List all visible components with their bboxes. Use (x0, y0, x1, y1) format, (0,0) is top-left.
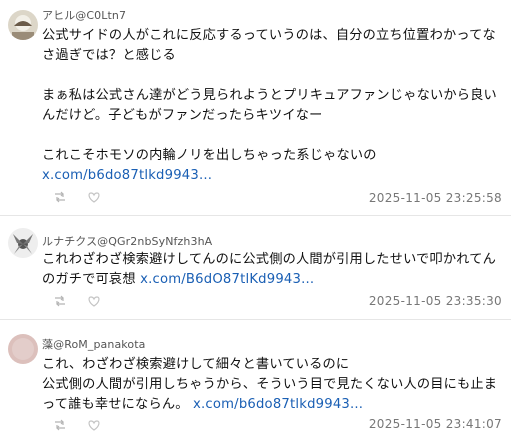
post-actions (52, 294, 102, 308)
repost-icon[interactable] (52, 294, 68, 308)
post-text-line-with-link: って誰も幸せにならん。 x.com/b6do87tlkd9943... (42, 395, 503, 415)
post-link[interactable]: x.com/b6do87tlkd9943... (193, 397, 363, 412)
post-text-line: 公式サイドの人がこれに反応するっていうのは、自分の立ち位置わかってな (42, 28, 496, 43)
post-body: これ、わざわざ検索避けして細々と書いているのに 公式側の人間が引用しちゃうから、… (42, 355, 503, 415)
post-text-fragment: って誰も幸せにならん。 (42, 397, 189, 412)
post-text-line: これわざわざ検索避けしてんのに公式側の人間が引用したせいで叩かれてん (42, 252, 496, 267)
post-body: 公式サイドの人がこれに反応するっていうのは、自分の立ち位置わかってな さ過ぎでは… (42, 26, 503, 186)
post-text-blank-line (42, 126, 503, 146)
post-text-line: これ、わざわざ検索避けして細々と書いているのに (42, 357, 350, 372)
avatar-image (8, 228, 38, 258)
heart-icon[interactable] (86, 418, 102, 432)
post-author-handle[interactable]: ルナチクス@QGr2nbSyNfzh3hA (42, 233, 212, 249)
post-text-fragment: のガチで可哀想 (42, 272, 136, 287)
repost-icon[interactable] (52, 418, 68, 432)
post-item: 藻@RoM_panakota これ、わざわざ検索避けして細々と書いているのに 公… (0, 320, 511, 443)
avatar-image (8, 334, 38, 364)
post-actions (52, 190, 102, 204)
post-timestamp: 2025-11-05 23:41:07 (368, 417, 502, 431)
avatar[interactable] (8, 228, 38, 258)
post-body: これわざわざ検索避けしてんのに公式側の人間が引用したせいで叩かれてん のガチで可… (42, 250, 503, 290)
post-link[interactable]: x.com/B6dO87tlKd9943... (140, 272, 314, 287)
avatar[interactable] (8, 334, 38, 364)
post-text-blank-line (42, 66, 503, 86)
post-author-handle[interactable]: アヒル@C0Ltn7 (42, 7, 126, 23)
post-item: ルナチクス@QGr2nbSyNfzh3hA これわざわざ検索避けしてんのに公式側… (0, 216, 511, 320)
post-text-line-with-link: のガチで可哀想 x.com/B6dO87tlKd9943... (42, 270, 503, 290)
post-text-line: 公式側の人間が引用しちゃうから、そういう目で見たくない人の目にも止ま (42, 377, 498, 392)
post-actions (52, 418, 102, 432)
post-text-line: さ過ぎでは？と感じる (42, 48, 176, 63)
post-link[interactable]: x.com/b6do87tlkd9943... (42, 166, 503, 186)
post-text-line: まぁ私は公式さん達がどう見られようとプリキュアファンじゃないから良い (42, 88, 497, 103)
heart-icon[interactable] (86, 294, 102, 308)
post-text-line: んだけど。子どもがファンだったらキツイなー (42, 108, 323, 123)
avatar-image (8, 10, 38, 40)
post-author-handle[interactable]: 藻@RoM_panakota (42, 336, 145, 352)
post-item: アヒル@C0Ltn7 公式サイドの人がこれに反応するっていうのは、自分の立ち位置… (0, 0, 511, 216)
heart-icon[interactable] (86, 190, 102, 204)
repost-icon[interactable] (52, 190, 68, 204)
post-feed: アヒル@C0Ltn7 公式サイドの人がこれに反応するっていうのは、自分の立ち位置… (0, 0, 511, 443)
post-timestamp: 2025-11-05 23:25:58 (368, 191, 502, 205)
avatar[interactable] (8, 10, 38, 40)
post-timestamp: 2025-11-05 23:35:30 (368, 294, 502, 308)
post-text-line: これこそホモソの内輪ノリを出しちゃった系じゃないの (42, 148, 377, 163)
